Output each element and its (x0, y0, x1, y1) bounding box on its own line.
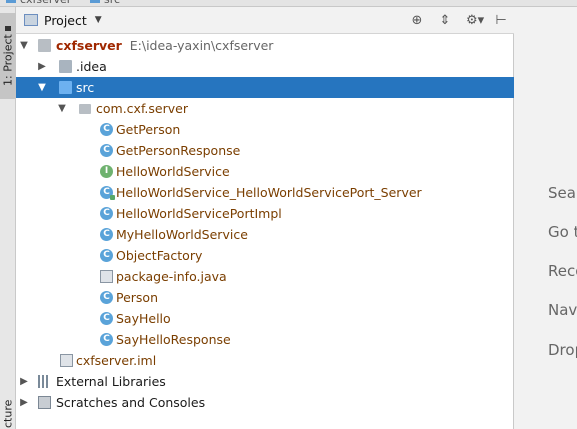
class-icon: C (100, 144, 113, 157)
tree-item-interface[interactable]: I HelloWorldService (16, 161, 514, 182)
panel-toolbar: ⊕ ⇕ ⚙▾ ⊢ (410, 7, 508, 34)
tree-item-src[interactable]: ▼ src (16, 77, 514, 98)
tree-item-label: package-info.java (116, 269, 227, 284)
structure-tool-tab[interactable]: cture (0, 399, 16, 429)
root-path: E:\idea-yaxin\cxfserver (129, 38, 274, 53)
interface-icon: I (100, 165, 113, 178)
project-panel: Project ▼ ⊕ ⇕ ⚙▾ ⊢ ▼ cxfserver E:\idea-y… (16, 7, 514, 429)
tree-item-label: HelloWorldService_HelloWorldServicePort_… (116, 185, 422, 200)
module-folder-icon (38, 39, 51, 52)
tree-item-label: com.cxf.server (96, 101, 188, 116)
project-view-title[interactable]: Project (44, 13, 87, 28)
folder-icon (90, 0, 100, 3)
tree-item-class[interactable]: C HelloWorldServicePortImpl (16, 203, 514, 224)
tree-item-label: src (76, 80, 95, 95)
tree-item-label: GetPerson (116, 122, 181, 137)
gear-icon[interactable]: ⚙▾ (466, 13, 484, 28)
tree-item-class[interactable]: C MyHelloWorldService (16, 224, 514, 245)
class-icon: C (100, 291, 113, 304)
hide-icon[interactable]: ⊢ (494, 13, 508, 28)
tree-item-label: SayHelloResponse (116, 332, 231, 347)
tree-item-root[interactable]: ▼ cxfserver E:\idea-yaxin\cxfserver (16, 35, 514, 56)
class-icon: C (100, 228, 113, 241)
library-icon (38, 375, 51, 388)
class-icon: C (100, 312, 113, 325)
iml-file-icon (60, 354, 73, 367)
tree-item-class[interactable]: C Person (16, 287, 514, 308)
source-folder-icon (59, 81, 72, 94)
tree-item-idea[interactable]: ▶ .idea (16, 56, 514, 77)
module-icon (6, 0, 16, 3)
project-tab-icon (5, 25, 11, 31)
tree-item-label: ObjectFactory (116, 248, 203, 263)
project-tool-tab[interactable]: 1: Project (0, 13, 16, 99)
chevron-right-icon[interactable]: ▶ (36, 56, 48, 77)
root-name: cxfserver (56, 38, 122, 53)
tree-item-label: External Libraries (56, 374, 166, 389)
tool-window-strip: 1: Project cture (0, 7, 16, 429)
chevron-right-icon[interactable]: ▶ (18, 371, 30, 392)
welcome-hint: Reco (548, 262, 577, 280)
tree-item-class[interactable]: C SayHelloResponse (16, 329, 514, 350)
tree-item-class[interactable]: C HelloWorldService_HelloWorldServicePor… (16, 182, 514, 203)
java-file-icon (100, 270, 113, 283)
editor-tab-strip: cxfserver src (0, 0, 577, 7)
runnable-class-icon: C (100, 186, 115, 200)
tree-item-label: SayHello (116, 311, 171, 326)
tree-item-class[interactable]: C GetPerson (16, 119, 514, 140)
chevron-right-icon[interactable]: ▶ (18, 392, 30, 413)
welcome-hint: Nav (548, 301, 577, 319)
chevron-down-icon[interactable]: ▼ (18, 35, 30, 56)
tab-src[interactable]: src (90, 0, 120, 6)
folder-icon (59, 60, 72, 73)
tree-item-package[interactable]: ▼ com.cxf.server (16, 98, 514, 119)
tree-item-label: HelloWorldServicePortImpl (116, 206, 282, 221)
tree-item-label: GetPersonResponse (116, 143, 241, 158)
tree-item-label: cxfserver.iml (76, 353, 157, 368)
chevron-down-icon[interactable]: ▼ (36, 77, 48, 98)
tree-item-class[interactable]: C GetPersonResponse (16, 140, 514, 161)
tree-item-iml[interactable]: cxfserver.iml (16, 350, 514, 371)
chevron-down-icon[interactable]: ▼ (56, 98, 68, 119)
tree-item-class[interactable]: C SayHello (16, 308, 514, 329)
tree-item-label: HelloWorldService (116, 164, 230, 179)
tree-item-label: Scratches and Consoles (56, 395, 206, 410)
tree-item-label: MyHelloWorldService (116, 227, 248, 242)
tree-item-label: .idea (76, 59, 107, 74)
welcome-hint: Go t (548, 223, 577, 241)
tree-item-class[interactable]: C ObjectFactory (16, 245, 514, 266)
welcome-hint: Drop (548, 341, 577, 359)
editor-empty-area: Sear Go t Reco Nav Drop (515, 7, 577, 429)
project-view-icon (24, 14, 38, 26)
tree-item-file[interactable]: package-info.java (16, 266, 514, 287)
class-icon: C (100, 207, 113, 220)
tree-item-external-libraries[interactable]: ▶ External Libraries (16, 371, 514, 392)
locate-icon[interactable]: ⊕ (410, 13, 424, 28)
tab-cxfserver[interactable]: cxfserver (6, 0, 71, 6)
class-icon: C (100, 123, 113, 136)
scratches-icon (38, 396, 51, 409)
chevron-down-icon[interactable]: ▼ (95, 15, 102, 25)
class-icon: C (100, 249, 113, 262)
class-icon: C (100, 333, 113, 346)
project-tree: ▼ cxfserver E:\idea-yaxin\cxfserver ▶ .i… (16, 35, 514, 413)
collapse-all-icon[interactable]: ⇕ (438, 13, 452, 28)
welcome-hint: Sear (548, 184, 577, 202)
tree-item-scratches[interactable]: ▶ Scratches and Consoles (16, 392, 514, 413)
project-panel-header: Project ▼ ⊕ ⇕ ⚙▾ ⊢ (16, 7, 514, 34)
package-icon (79, 104, 91, 114)
tree-item-label: Person (116, 290, 159, 305)
